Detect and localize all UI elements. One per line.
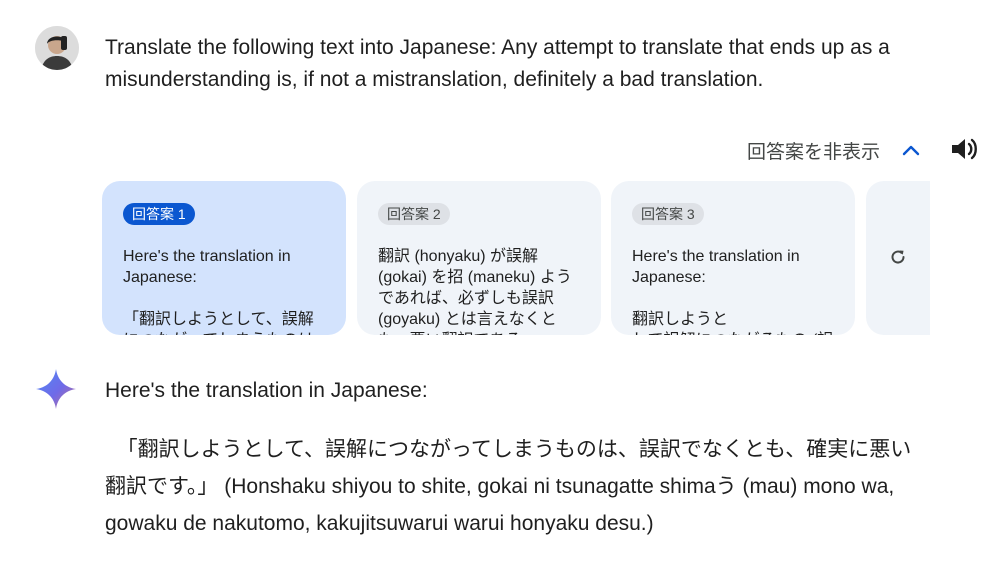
speaker-icon[interactable]	[948, 133, 980, 165]
hide-drafts-toggle[interactable]: 回答案を非表示	[747, 134, 922, 166]
user-avatar	[35, 26, 79, 70]
regenerate-drafts-button[interactable]	[866, 181, 930, 335]
gemini-sparkle-icon	[36, 369, 76, 409]
draft-badge: 回答案 2	[378, 203, 450, 225]
user-prompt: Translate the following text into Japane…	[105, 36, 890, 91]
chevron-up-icon	[900, 139, 922, 161]
draft-card-1[interactable]: 回答案 1 Here's the translation in Japanese…	[102, 181, 346, 335]
draft-preview: Here's the translation in Japanese: 翻訳しよ…	[632, 248, 833, 335]
response-intro: Here's the translation in Japanese:	[105, 379, 428, 402]
response-body: 「翻訳しようとして、誤解につながってしまうものは、誤訳でなくとも、確実に悪い翻訳…	[105, 438, 912, 535]
draft-preview: Here's the translation in Japanese: 「翻訳し…	[123, 248, 314, 335]
refresh-icon	[891, 250, 905, 264]
draft-card-3[interactable]: 回答案 3 Here's the translation in Japanese…	[611, 181, 855, 335]
draft-preview: 翻訳 (honyaku) が誤解 (gokai) を招 (maneku) ようで…	[378, 248, 572, 335]
draft-badge: 回答案 3	[632, 203, 704, 225]
draft-card-2[interactable]: 回答案 2 翻訳 (honyaku) が誤解 (gokai) を招 (manek…	[357, 181, 601, 335]
draft-badge: 回答案 1	[123, 203, 195, 225]
hide-drafts-label: 回答案を非表示	[747, 141, 881, 163]
